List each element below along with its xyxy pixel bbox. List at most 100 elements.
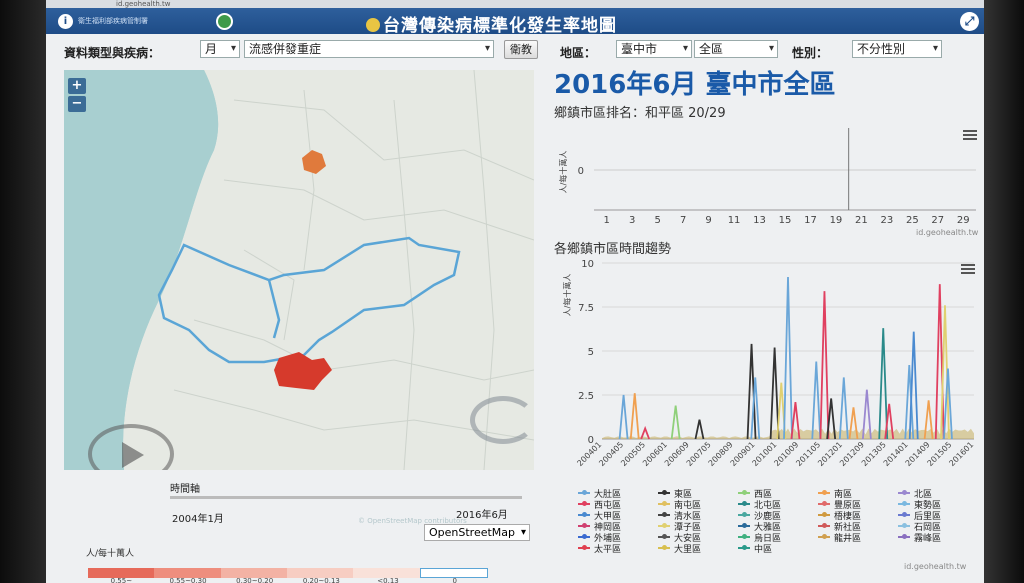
- legend-series-label: 太平區: [594, 545, 622, 555]
- sex-label: 性別：: [792, 46, 829, 60]
- trend-series-spike: [861, 389, 872, 440]
- rank-x-tick: 7: [680, 215, 686, 226]
- district-select[interactable]: 全區: [694, 40, 778, 58]
- legend-series-item[interactable]: 西屯區: [578, 501, 621, 512]
- legend-series-item[interactable]: 后里區: [898, 512, 941, 523]
- legend-series-item[interactable]: 東勢區: [898, 501, 941, 512]
- legend-series-swatch: [658, 490, 670, 495]
- rank-x-tick: 13: [753, 215, 766, 226]
- legend-series-item[interactable]: 北區: [898, 490, 932, 501]
- legend-series-swatch: [578, 512, 590, 517]
- legend-series-swatch: [578, 523, 590, 528]
- share-icon[interactable]: ⤢: [960, 12, 979, 31]
- legend-series-item[interactable]: 烏日區: [738, 534, 781, 545]
- rank-chart-credit: id.geohealth.tw: [916, 228, 979, 237]
- legend-series-item[interactable]: 石岡區: [898, 523, 941, 534]
- trend-y-tick: 5: [588, 347, 594, 358]
- legend-series-swatch: [738, 501, 750, 506]
- legend-series-swatch: [818, 523, 830, 528]
- timeline-slider[interactable]: 時間軸 2004年1月 2016年6月: [166, 478, 536, 528]
- legend-series-item[interactable]: 大肚區: [578, 490, 621, 501]
- legend-series-item[interactable]: 外埔區: [578, 534, 621, 545]
- trend-series-spike: [629, 393, 640, 440]
- browser-address-bar[interactable]: id.geohealth.tw: [46, 0, 984, 8]
- type-label: 資料類型與疾病：: [64, 46, 161, 60]
- replay-icon[interactable]: [470, 396, 534, 444]
- map-canvas[interactable]: [64, 70, 534, 470]
- health-education-button[interactable]: 衛教: [504, 40, 538, 59]
- rank-chart: 人/每十萬人 01 3 5 7 9 11 13 15 17 19 21 23 25 27 29: [558, 128, 976, 226]
- rank-x-tick: 3: [629, 215, 635, 226]
- legend-series-label: 大甲區: [594, 512, 622, 522]
- legend-series-swatch: [898, 523, 910, 528]
- disease-select[interactable]: 流感併發重症: [244, 40, 494, 58]
- zoom-in-button[interactable]: +: [68, 78, 86, 94]
- browser-url: id.geohealth.tw: [116, 0, 171, 8]
- trend-chart-ylabel: 人/每十萬人: [562, 274, 572, 317]
- choropleth-map[interactable]: + −: [64, 70, 534, 470]
- legend-value: 0.20~0.13: [302, 577, 340, 583]
- legend-series-swatch: [578, 501, 590, 506]
- legend-series-item[interactable]: 大安區: [658, 534, 701, 545]
- rank-x-tick: 29: [957, 215, 970, 226]
- trend-chart-credit: id.geohealth.tw: [904, 562, 967, 571]
- timeline-track[interactable]: [170, 496, 522, 499]
- timeline-end: 2016年6月: [456, 510, 508, 521]
- legend-series-item[interactable]: 梧棲區: [818, 512, 861, 523]
- legend-series-label: 北區: [914, 490, 933, 500]
- legend-series-item[interactable]: 南屯區: [658, 501, 701, 512]
- play-icon[interactable]: [122, 442, 144, 468]
- legend-value: 0.30~0.20: [236, 577, 274, 583]
- legend-series-item[interactable]: 大甲區: [578, 512, 621, 523]
- legend-series-label: 烏日區: [754, 534, 782, 544]
- rank-x-tick: 11: [728, 215, 741, 226]
- legend-series-item[interactable]: 潭子區: [658, 523, 701, 534]
- legend-series-swatch: [578, 534, 590, 539]
- legend-series-item[interactable]: 沙鹿區: [738, 512, 781, 523]
- zoom-out-button[interactable]: −: [68, 96, 86, 112]
- logo-info-icon[interactable]: i: [58, 14, 73, 29]
- legend-series-item[interactable]: 新社區: [818, 523, 861, 534]
- rank-x-tick: 21: [855, 215, 868, 226]
- legend-series-item[interactable]: 中區: [738, 545, 772, 556]
- legend-series-label: 大里區: [674, 545, 702, 555]
- legend-series-item[interactable]: 清水區: [658, 512, 701, 523]
- legend-series-item[interactable]: 南區: [818, 490, 852, 501]
- city-select[interactable]: 臺中市: [616, 40, 692, 58]
- legend-series-item[interactable]: 大雅區: [738, 523, 781, 534]
- agency-logo[interactable]: i 衛生福利部疾病管制署: [58, 13, 233, 30]
- legend-series-item[interactable]: 東區: [658, 490, 692, 501]
- legend-series-swatch: [898, 534, 910, 539]
- legend-series-swatch: [818, 512, 830, 517]
- legend-series-item[interactable]: 豐原區: [818, 501, 861, 512]
- legend-series-label: 沙鹿區: [754, 512, 782, 522]
- legend-series-label: 清水區: [674, 512, 702, 522]
- legend-series-item[interactable]: 龍井區: [818, 534, 861, 545]
- legend-series-swatch: [818, 534, 830, 539]
- legend-series-item[interactable]: 大里區: [658, 545, 701, 556]
- legend-series-swatch: [738, 534, 750, 539]
- legend-series-swatch: [738, 490, 750, 495]
- legend-series-item[interactable]: 霧峰區: [898, 534, 941, 545]
- legend-value: 0.55~: [110, 577, 133, 583]
- trend-y-tick: 10: [581, 259, 594, 270]
- legend-series-label: 北屯區: [754, 501, 782, 511]
- app-header: i 衛生福利部疾病管制署 台灣傳染病標準化發生率地圖 ⤢ i: [46, 8, 984, 36]
- legend-series-item[interactable]: 神岡區: [578, 523, 621, 534]
- legend-series-label: 南區: [834, 490, 853, 500]
- trend-series-spike: [670, 405, 681, 440]
- monitor-bezel-right: [984, 0, 1024, 583]
- sex-select[interactable]: 不分性別: [852, 40, 942, 58]
- legend-series-swatch: [578, 490, 590, 495]
- legend-series-item[interactable]: 西區: [738, 490, 772, 501]
- legend-series-item[interactable]: 北屯區: [738, 501, 781, 512]
- legend-series-swatch: [658, 523, 670, 528]
- rank-x-tick: 23: [880, 215, 893, 226]
- trend-y-tick: 7.5: [578, 303, 594, 314]
- legend-series-label: 外埔區: [594, 534, 622, 544]
- legend-series-swatch: [818, 490, 830, 495]
- period-select[interactable]: 月: [200, 40, 240, 58]
- legend-series-item[interactable]: 太平區: [578, 545, 621, 556]
- legend-series-label: 西區: [754, 490, 773, 500]
- rank-x-tick: 9: [705, 215, 711, 226]
